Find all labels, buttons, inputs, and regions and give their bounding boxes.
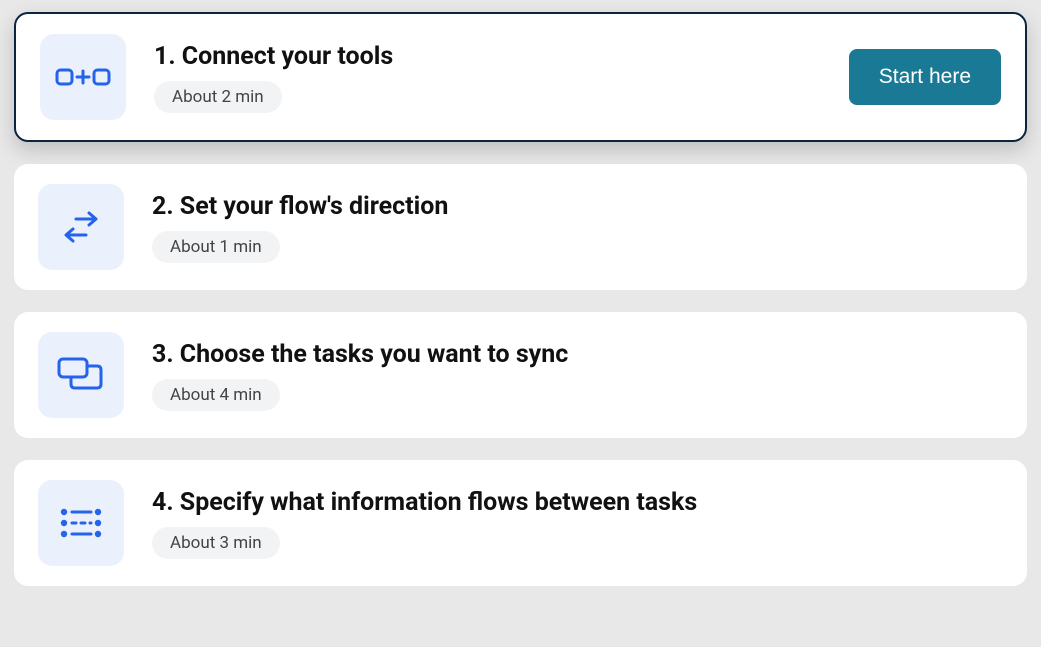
step-time-badge: About 1 min [152,231,280,263]
step-content: 1. Connect your tools About 2 min [154,42,849,113]
step-card-1[interactable]: 1. Connect your tools About 2 min Start … [14,12,1027,142]
step-content: 3. Choose the tasks you want to sync Abo… [152,340,1003,411]
step-content: 4. Specify what information flows betwee… [152,488,1003,559]
step-title: 4. Specify what information flows betwee… [152,488,1003,517]
step-content: 2. Set your flow's direction About 1 min [152,192,1003,263]
step-card-4[interactable]: 4. Specify what information flows betwee… [14,460,1027,586]
step-time-badge: About 2 min [154,81,282,113]
step-time-badge: About 3 min [152,527,280,559]
step-title: 1. Connect your tools [154,42,849,71]
step-time-badge: About 4 min [152,379,280,411]
step-title: 2. Set your flow's direction [152,192,1003,221]
step-card-2[interactable]: 2. Set your flow's direction About 1 min [14,164,1027,290]
flow-list-icon [38,480,124,566]
tasks-icon [38,332,124,418]
start-here-button[interactable]: Start here [849,49,1001,105]
direction-icon [38,184,124,270]
step-title: 3. Choose the tasks you want to sync [152,340,1003,369]
connect-icon [40,34,126,120]
step-card-3[interactable]: 3. Choose the tasks you want to sync Abo… [14,312,1027,438]
